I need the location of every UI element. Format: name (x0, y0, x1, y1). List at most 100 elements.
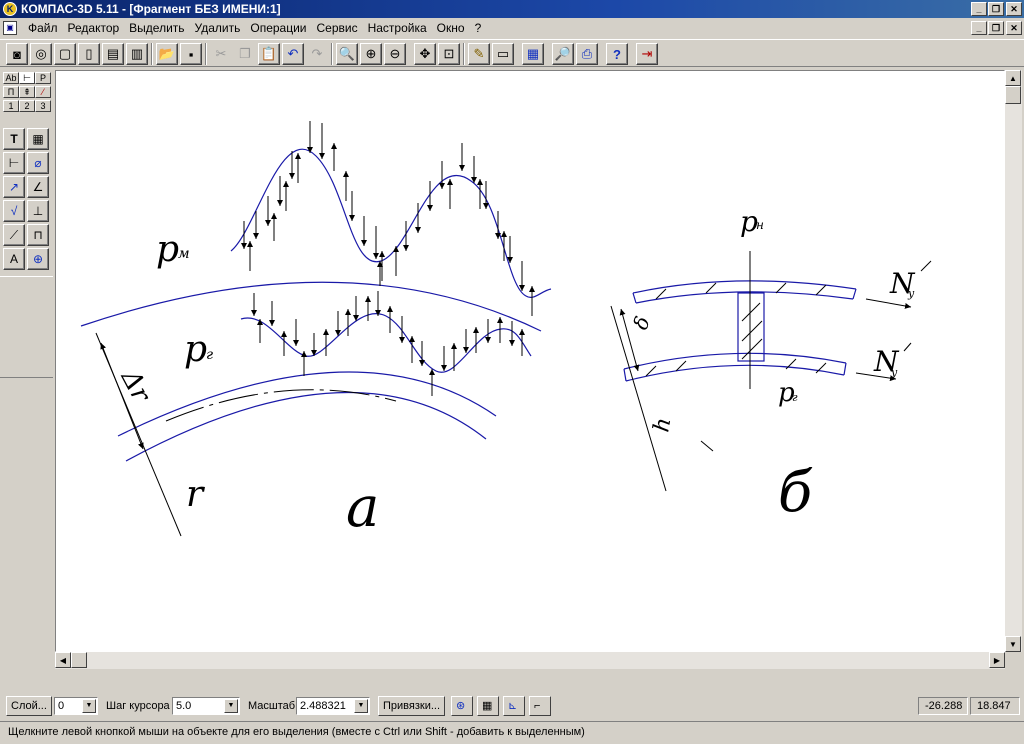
tab-3[interactable]: 3 (35, 100, 51, 112)
calculator-icon[interactable]: ▦ (522, 43, 544, 65)
scale-dropdown-icon[interactable]: ▼ (354, 699, 368, 713)
tab-designations[interactable]: P (35, 72, 51, 84)
diameter-dimension-icon[interactable]: ⌀ (27, 152, 49, 174)
cursor-step-select[interactable]: 5.0 ▼ (172, 697, 240, 715)
scroll-up-icon[interactable]: ▲ (1005, 70, 1021, 86)
new-fragment-icon[interactable]: ▯ (78, 43, 100, 65)
copy-icon[interactable]: ❐ (234, 43, 256, 65)
snap-settings-icon[interactable]: ⊛ (451, 696, 473, 716)
new-specification-icon[interactable]: ▥ (126, 43, 148, 65)
menu-editor[interactable]: Редактор (63, 21, 125, 35)
cut-icon[interactable]: ✂ (210, 43, 232, 65)
drawing-canvas[interactable]: p м p г Δr r а p н δ N y N y p г h б (55, 70, 1005, 652)
ortho-icon[interactable]: ⌐ (529, 696, 551, 716)
new-text-document-icon[interactable]: ▤ (102, 43, 124, 65)
layer-dropdown-icon[interactable]: ▼ (82, 699, 96, 713)
print-icon[interactable]: ⎙ (576, 43, 598, 65)
doc-close-button[interactable]: ✕ (1006, 21, 1022, 35)
panel-empty-area (0, 276, 53, 378)
tab-measure[interactable]: ⁄ (35, 86, 51, 98)
scroll-down-icon[interactable]: ▼ (1005, 636, 1021, 652)
redo-icon[interactable]: ↷ (306, 43, 328, 65)
tab-2[interactable]: 2 (19, 100, 35, 112)
tab-editing[interactable]: П (3, 86, 19, 98)
table-tool-icon[interactable]: ▦ (27, 128, 49, 150)
cursor-step-dropdown-icon[interactable]: ▼ (224, 699, 238, 713)
vertical-scrollbar[interactable]: ▲ ▼ (1005, 70, 1022, 652)
label-b: б (778, 460, 813, 525)
doc-minimize-button[interactable]: _ (971, 21, 987, 35)
status-bar: Щелкните левой кнопкой мыши на объекте д… (0, 721, 1024, 744)
tolerance-frame-icon[interactable]: ⊓ (27, 224, 49, 246)
restore-button[interactable]: ❐ (988, 2, 1004, 16)
menu-service[interactable]: Сервис (312, 21, 363, 35)
paste-icon[interactable]: 📋 (258, 43, 280, 65)
doc-restore-button[interactable]: ❐ (988, 21, 1004, 35)
scale-label: Масштаб (248, 700, 296, 712)
local-cs-icon[interactable]: ⊾ (503, 696, 525, 716)
menu-bar: ▣ Файл Редактор Выделить Удалить Операци… (0, 18, 1024, 38)
menu-delete[interactable]: Удалить (190, 21, 246, 35)
label-pm-sub: м (178, 246, 190, 262)
menu-settings[interactable]: Настройка (363, 21, 432, 35)
pan-icon[interactable]: ✥ (414, 43, 436, 65)
open-folder-icon[interactable]: 📂 (156, 43, 178, 65)
close-button[interactable]: ✕ (1006, 2, 1022, 16)
linear-dimension-icon[interactable]: ⊢ (3, 152, 25, 174)
scale-select[interactable]: 2.488321 ▼ (296, 697, 370, 715)
new-drawing-icon[interactable]: ▢ (54, 43, 76, 65)
base-designation-icon[interactable]: ⊥ (27, 200, 49, 222)
document-icon[interactable]: ▣ (3, 21, 17, 35)
new-assembly-icon[interactable]: ◎ (30, 43, 52, 65)
horizontal-scroll-thumb[interactable] (71, 652, 87, 668)
show-all-icon[interactable]: ⊡ (438, 43, 460, 65)
angle-dimension-icon[interactable]: ∠ (27, 176, 49, 198)
new-model-icon[interactable]: ◙ (6, 43, 28, 65)
print-preview-icon[interactable]: 🔎 (552, 43, 574, 65)
tab-parametrization[interactable]: ⇞ (19, 86, 35, 98)
label-n-bottom-sub: y (890, 366, 898, 379)
zoom-in-icon[interactable]: ⊕ (360, 43, 382, 65)
undo-icon[interactable]: ↶ (282, 43, 304, 65)
label-n-top-sub: y (907, 287, 915, 300)
outer-arc-2 (117, 371, 497, 437)
vertical-scroll-thumb[interactable] (1005, 86, 1021, 104)
scroll-left-icon[interactable]: ◀ (55, 652, 71, 668)
context-help-icon[interactable]: ? (606, 43, 628, 65)
edit-pencil-icon[interactable]: ✎ (468, 43, 490, 65)
zoom-icon[interactable]: 🔍 (336, 43, 358, 65)
menu-window[interactable]: Окно (432, 21, 470, 35)
kompas-app-icon[interactable]: K (3, 2, 17, 16)
zoom-out-icon[interactable]: ⊖ (384, 43, 406, 65)
view-icon[interactable]: ▭ (492, 43, 514, 65)
snaps-button[interactable]: Привязки... (378, 696, 446, 716)
horizontal-scrollbar[interactable]: ◀ ▶ (55, 652, 1005, 669)
menu-help[interactable]: ? (470, 21, 487, 35)
outer-arc-1 (80, 281, 542, 332)
tab-geometry[interactable]: Ab (3, 72, 19, 84)
roughness-icon[interactable]: √ (3, 200, 25, 222)
inner-arc-1 (125, 391, 487, 462)
tab-dimensions[interactable]: ⊢ (19, 72, 35, 84)
exit-icon[interactable]: ⇥ (636, 43, 658, 65)
layer-button[interactable]: Слой... (6, 696, 52, 716)
coord-y: 18.847 (970, 697, 1020, 715)
save-icon[interactable]: ▪ (180, 43, 202, 65)
figure-a: p м p г Δr r а (80, 121, 552, 540)
tab-1[interactable]: 1 (3, 100, 19, 112)
layer-select[interactable]: 0 ▼ (54, 697, 98, 715)
figure-b: p н δ N y N y p г h б (610, 205, 932, 525)
section-line-icon[interactable]: A (3, 248, 25, 270)
leader-icon[interactable]: ⟋ (3, 224, 25, 246)
grid-icon[interactable]: ▦ (477, 696, 499, 716)
radius-dimension-icon[interactable]: ↗ (3, 176, 25, 198)
drawing-svg: p м p г Δr r а p н δ N y N y p г h б (80, 121, 932, 540)
center-arc (165, 389, 397, 422)
text-tool-icon[interactable]: T (3, 128, 25, 150)
minimize-button[interactable]: _ (971, 2, 987, 16)
scroll-right-icon[interactable]: ▶ (989, 652, 1005, 668)
menu-operations[interactable]: Операции (245, 21, 311, 35)
center-mark-icon[interactable]: ⊕ (27, 248, 49, 270)
menu-select[interactable]: Выделить (124, 21, 189, 35)
menu-file[interactable]: Файл (23, 21, 63, 35)
